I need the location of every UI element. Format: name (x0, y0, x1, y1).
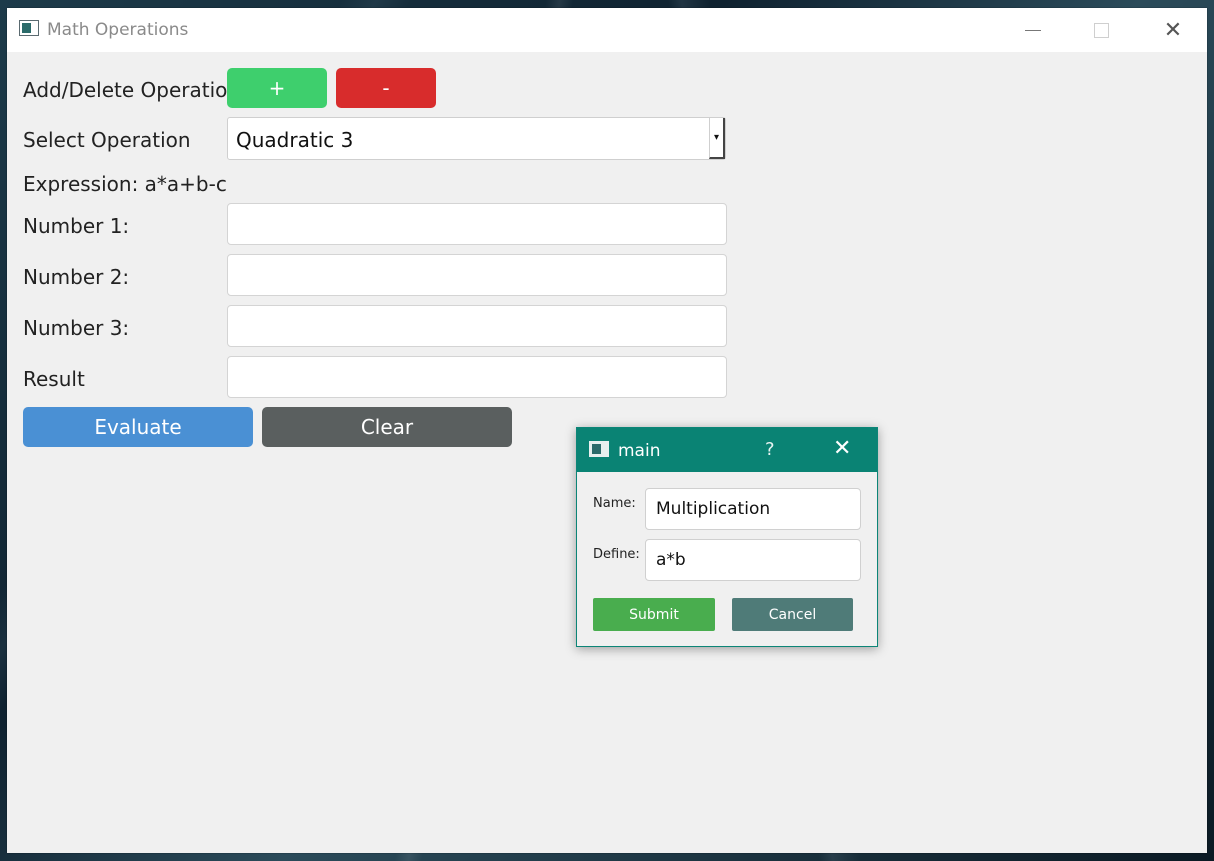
expression-text: Expression: a*a+b-c (23, 172, 227, 196)
evaluate-button[interactable]: Evaluate (23, 407, 253, 447)
result-label: Result (23, 367, 85, 391)
dialog-title-bar: main ? ✕ (577, 428, 877, 472)
delete-operation-button[interactable]: - (336, 68, 436, 108)
maximize-button[interactable] (1067, 8, 1135, 52)
dialog-app-icon (589, 441, 609, 457)
dropdown-arrow-icon[interactable]: ▾ (709, 118, 725, 159)
dialog-close-icon[interactable]: ✕ (833, 436, 851, 461)
number1-label: Number 1: (23, 214, 130, 238)
number3-label: Number 3: (23, 316, 130, 340)
cancel-button[interactable]: Cancel (732, 598, 853, 631)
number3-input[interactable] (227, 305, 727, 347)
minimize-button[interactable] (999, 8, 1067, 52)
number2-label: Number 2: (23, 265, 130, 289)
add-operation-button[interactable]: + (227, 68, 327, 108)
help-button[interactable]: ? (765, 439, 775, 460)
name-label: Name: (593, 496, 636, 511)
add-delete-label: Add/Delete Operation (23, 78, 241, 102)
clear-button[interactable]: Clear (262, 407, 512, 447)
close-button[interactable]: ✕ (1139, 8, 1207, 52)
add-operation-dialog: main ? ✕ Name: Multiplication Define: a*… (576, 427, 878, 647)
app-icon (19, 20, 39, 36)
name-input[interactable]: Multiplication (645, 488, 861, 530)
define-label: Define: (593, 547, 640, 562)
select-operation-label: Select Operation (23, 128, 191, 152)
define-input[interactable]: a*b (645, 539, 861, 581)
window-title: Math Operations (47, 20, 189, 40)
submit-button[interactable]: Submit (593, 598, 715, 631)
operation-select-value: Quadratic 3 (236, 128, 354, 152)
title-bar: Math Operations ✕ (7, 8, 1207, 52)
operation-select[interactable]: Quadratic 3 ▾ (227, 117, 726, 160)
result-field[interactable] (227, 356, 727, 398)
dialog-title: main (618, 441, 661, 461)
number2-input[interactable] (227, 254, 727, 296)
number1-input[interactable] (227, 203, 727, 245)
